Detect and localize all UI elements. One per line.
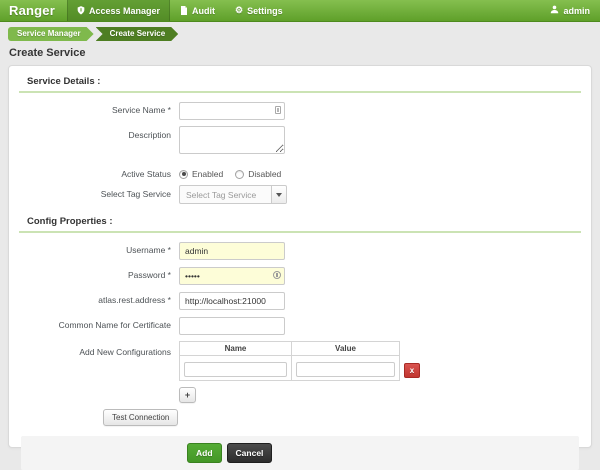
add-new-configurations-label: Add New Configurations — [19, 341, 179, 357]
atlas-rest-address-label: atlas.rest.address * — [19, 291, 179, 305]
radio-enabled-label: Enabled — [192, 169, 223, 179]
config-properties-heading: Config Properties : — [19, 214, 581, 233]
page-content: Service Manager Create Service Create Se… — [0, 22, 600, 448]
add-new-configurations-row: Add New Configurations Name Value — [19, 341, 581, 381]
service-name-row: Service Name * — [19, 101, 581, 120]
radio-disabled-label: Disabled — [248, 169, 281, 179]
active-status-label: Active Status — [19, 165, 179, 179]
config-value-input[interactable] — [296, 362, 395, 377]
password-label: Password * — [19, 266, 179, 280]
add-config-spacer — [19, 387, 179, 391]
add-config-row: + — [19, 387, 581, 403]
service-name-control — [179, 101, 285, 120]
common-name-row: Common Name for Certificate — [19, 316, 581, 335]
breadcrumb-service-manager[interactable]: Service Manager — [8, 27, 94, 41]
nav-item-settings[interactable]: ⚙ Settings — [225, 0, 293, 21]
shield-icon — [77, 6, 85, 15]
active-status-row: Active Status Enabled Disabled — [19, 165, 581, 179]
chevron-down-icon — [276, 193, 282, 197]
password-input[interactable] — [179, 267, 285, 285]
username-label: Username * — [19, 241, 179, 255]
create-service-form-panel: Service Details : Service Name * Descrip… — [8, 65, 592, 448]
navbar-spacer — [293, 0, 541, 21]
config-table: Name Value — [179, 341, 400, 381]
page-title: Create Service — [9, 47, 592, 59]
password-info-icon[interactable] — [273, 271, 281, 279]
test-connection-row: Test Connection — [19, 409, 581, 426]
service-details-heading: Service Details : — [19, 74, 581, 93]
config-name-input[interactable] — [184, 362, 287, 377]
atlas-rest-address-control — [179, 291, 285, 310]
radio-option-enabled[interactable]: Enabled — [179, 169, 223, 179]
ranger-logo[interactable]: Ranger — [0, 0, 67, 21]
breadcrumb: Service Manager Create Service — [8, 27, 592, 41]
radio-option-disabled[interactable]: Disabled — [235, 169, 281, 179]
username-row: Username * — [19, 241, 581, 260]
nav-item-label: Settings — [247, 6, 283, 16]
common-name-label: Common Name for Certificate — [19, 316, 179, 330]
service-name-input[interactable] — [179, 102, 285, 120]
description-control — [179, 126, 285, 159]
username-control — [179, 241, 285, 260]
description-row: Description — [19, 126, 581, 159]
nav-item-label: Access Manager — [89, 6, 160, 16]
top-navbar: Ranger Access Manager Audit ⚙ Settings a… — [0, 0, 600, 22]
cancel-button[interactable]: Cancel — [227, 443, 273, 463]
common-name-input[interactable] — [179, 317, 285, 335]
username-input[interactable] — [179, 242, 285, 260]
dropdown-caret-box[interactable] — [271, 186, 286, 203]
config-table-row — [180, 356, 400, 381]
service-name-label: Service Name * — [19, 101, 179, 115]
select-tag-service-dropdown[interactable]: Select Tag Service — [179, 185, 287, 204]
gear-icon: ⚙ — [235, 6, 243, 15]
add-button[interactable]: Add — [187, 443, 222, 463]
config-table-wrap: Name Value x — [179, 341, 420, 381]
radio-enabled-icon[interactable] — [179, 170, 188, 179]
field-info-icon[interactable] — [275, 106, 281, 114]
config-column-value: Value — [292, 342, 400, 356]
nav-item-label: Audit — [192, 6, 215, 16]
user-icon — [550, 5, 559, 16]
config-value-cell — [292, 356, 400, 381]
config-name-cell — [180, 356, 292, 381]
atlas-rest-address-input[interactable] — [179, 292, 285, 310]
select-tag-service-placeholder: Select Tag Service — [180, 186, 271, 203]
add-config-row-button[interactable]: + — [179, 387, 196, 403]
description-textarea[interactable] — [179, 126, 285, 154]
config-column-name: Name — [180, 342, 292, 356]
user-name: admin — [563, 6, 590, 16]
select-tag-service-label: Select Tag Service — [19, 185, 179, 199]
radio-disabled-icon[interactable] — [235, 170, 244, 179]
description-label: Description — [19, 126, 179, 140]
nav-item-audit[interactable]: Audit — [170, 0, 225, 21]
nav-item-access-manager[interactable]: Access Manager — [67, 0, 170, 21]
test-connection-button[interactable]: Test Connection — [103, 409, 178, 426]
form-actions-bar: Add Cancel — [21, 436, 579, 470]
breadcrumb-create-service[interactable]: Create Service — [96, 27, 179, 41]
active-status-radio-group: Enabled Disabled — [179, 165, 281, 179]
user-menu[interactable]: admin — [540, 0, 600, 21]
atlas-rest-address-row: atlas.rest.address * — [19, 291, 581, 310]
document-icon — [180, 6, 188, 15]
config-table-header-row: Name Value — [180, 342, 400, 356]
password-control — [179, 266, 285, 285]
select-tag-service-row: Select Tag Service Select Tag Service — [19, 185, 581, 204]
common-name-control — [179, 316, 285, 335]
delete-config-row-button[interactable]: x — [404, 363, 420, 378]
password-row: Password * — [19, 266, 581, 285]
